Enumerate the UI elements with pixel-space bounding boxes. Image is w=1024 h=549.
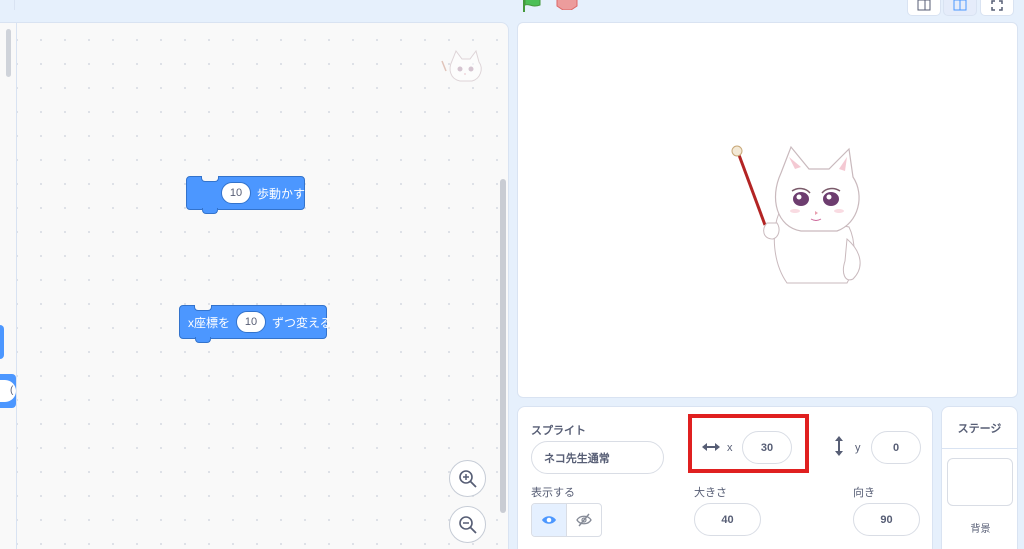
code-area[interactable]: ( 10 歩動かす x座標を 10 ずつ変える	[0, 22, 509, 549]
zoom-out-icon	[458, 515, 477, 534]
zoom-out-button[interactable]	[449, 506, 486, 543]
direction-input[interactable]: 90	[853, 503, 920, 536]
sprite-ghost-icon	[441, 49, 482, 82]
stage-target-pane[interactable]: ステージ 背景	[941, 406, 1018, 549]
show-button[interactable]	[532, 504, 567, 536]
x-arrows-icon	[702, 443, 720, 451]
block-label: 歩動かす	[257, 186, 306, 201]
y-arrows-icon	[835, 436, 843, 456]
stop-icon[interactable]	[556, 0, 578, 10]
change-x-block[interactable]: x座標を 10 ずつ変える	[179, 305, 332, 343]
block-label: ずつ変える	[272, 315, 332, 330]
block-label: x座標を	[188, 315, 231, 330]
top-bar	[0, 0, 1024, 22]
small-stage-icon	[917, 0, 931, 11]
size-label: 大きさ	[694, 487, 727, 499]
eye-icon	[541, 516, 556, 524]
code-area-scrollbar[interactable]	[500, 179, 506, 513]
fullscreen-icon	[991, 0, 1003, 11]
fullscreen-button[interactable]	[980, 0, 1014, 16]
cat-sprite[interactable]	[721, 143, 877, 289]
direction-label: 向き	[853, 487, 875, 499]
size-input[interactable]: 40	[694, 503, 761, 536]
move-steps-block[interactable]: 10 歩動かす	[186, 176, 306, 214]
stage-pane-title: ステージ	[942, 407, 1017, 449]
block-palette-edge	[0, 23, 17, 549]
change-x-input[interactable]: 10	[236, 311, 267, 333]
sprite-name-input[interactable]: ネコ先生通常	[531, 441, 664, 474]
x-label: x	[727, 442, 733, 454]
stage-canvas[interactable]	[517, 22, 1018, 398]
zoom-in-button[interactable]	[449, 460, 486, 497]
y-label: y	[855, 442, 861, 454]
sprite-label: スプライト	[531, 425, 586, 437]
x-position-input[interactable]: 30	[742, 431, 792, 464]
sprite-info-panel: スプライト ネコ先生通常 x 30 y 0 表示する 大きさ 40 向き 90	[517, 406, 933, 549]
green-flag-icon[interactable]	[520, 0, 544, 12]
y-position-input[interactable]: 0	[871, 431, 921, 464]
small-stage-button[interactable]	[907, 0, 941, 16]
divider	[14, 0, 15, 10]
hide-button[interactable]	[567, 504, 602, 536]
palette-block-partial[interactable]	[0, 325, 4, 359]
normal-stage-button[interactable]	[943, 0, 977, 16]
normal-stage-icon	[953, 0, 967, 11]
eye-slash-icon	[575, 513, 592, 527]
zoom-in-icon	[458, 469, 477, 488]
show-label: 表示する	[531, 487, 575, 499]
steps-input[interactable]: 10	[221, 182, 251, 204]
backdrop-label: 背景	[970, 524, 991, 535]
backdrop-thumbnail[interactable]	[947, 458, 1013, 506]
visibility-toggle	[531, 503, 602, 537]
palette-scrollbar[interactable]	[6, 29, 11, 77]
